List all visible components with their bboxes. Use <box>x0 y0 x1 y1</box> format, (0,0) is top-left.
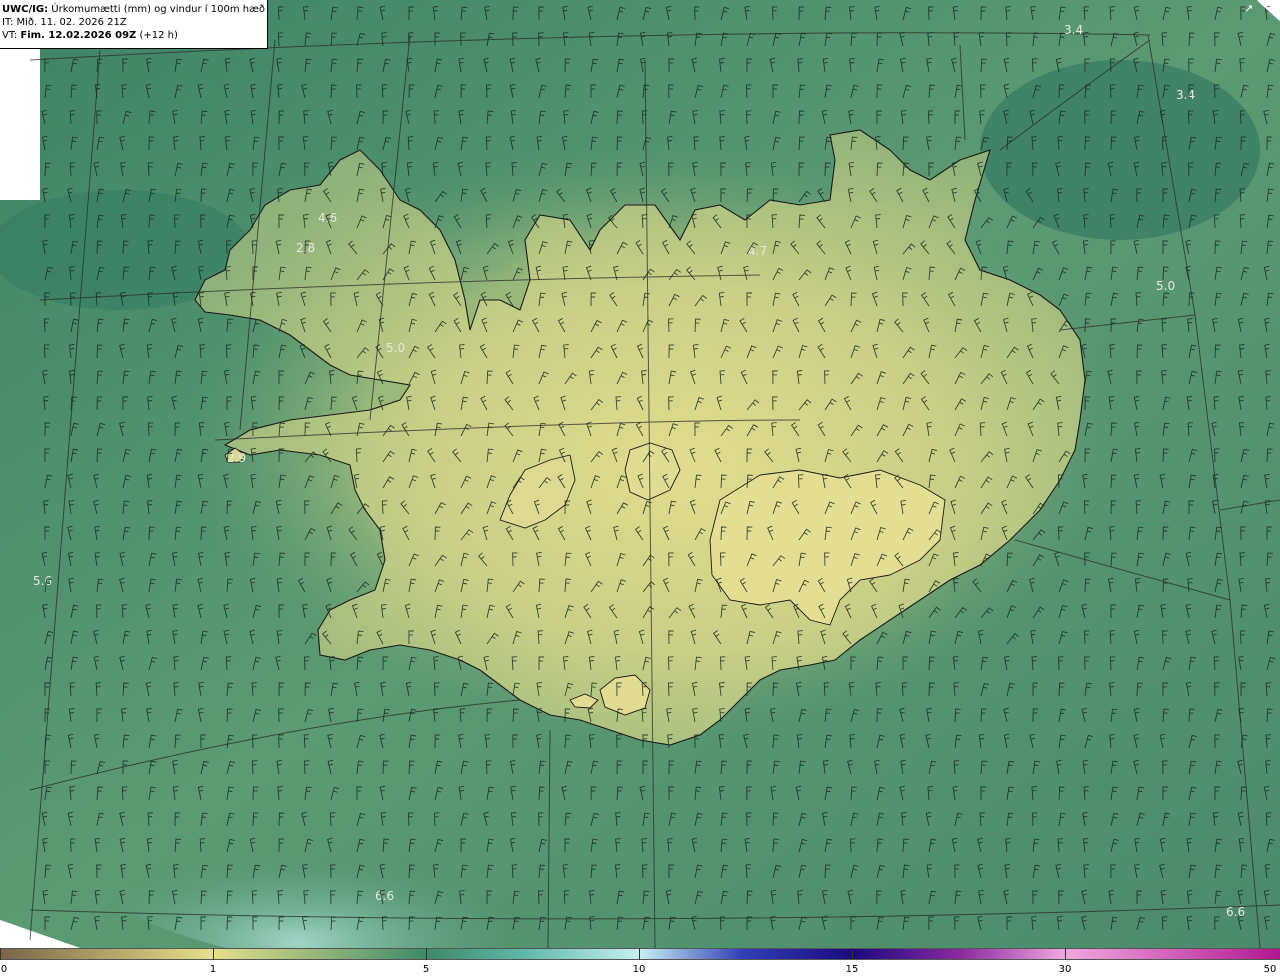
colorbar-tick: 10 <box>632 964 646 975</box>
value-label: 6.6 <box>375 889 394 903</box>
colorbar-strip <box>0 948 1280 960</box>
product-name: Úrkomumætti (mm) og vindur í 100m hæð <box>51 4 266 15</box>
colorbar-tick: 0 <box>0 964 8 975</box>
value-label: 5.6 <box>33 574 52 588</box>
forecast-offset: (+12 h) <box>136 30 178 41</box>
colorbar: 0 1 5 10 15 30 50 <box>0 948 1280 978</box>
value-label: 3.4 <box>1176 88 1195 102</box>
init-time: IT: Mið. 11. 02. 2026 21Z <box>2 17 127 28</box>
value-label: 6.6 <box>1226 905 1245 919</box>
colorbar-tick: 5 <box>422 964 430 975</box>
colorbar-tick: 50 <box>1263 964 1277 975</box>
value-label: 4.6 <box>318 211 337 225</box>
model-name: UWC/IG: <box>2 4 49 15</box>
value-label: 3.4 <box>1064 23 1083 37</box>
colorbar-tick: 30 <box>1058 964 1072 975</box>
value-label: 5.0 <box>386 341 405 355</box>
value-label: 4.7 <box>748 244 767 258</box>
valid-prefix: VT: <box>2 30 21 41</box>
precipitation-map: 3.4 3.4 4.6 2.8 4.7 5.0 5.0 2.9 5.6 6.6 … <box>0 0 1280 948</box>
map-info-box: UWC/IG: Úrkomumætti (mm) og vindur í 100… <box>0 0 268 49</box>
colorbar-tick: 15 <box>845 964 859 975</box>
colorbar-tick: 1 <box>209 964 217 975</box>
valid-time: Fim. 12.02.2026 09Z <box>20 30 137 41</box>
north-arrow-icon: ↗ <box>1244 2 1253 15</box>
value-label: 5.0 <box>1156 279 1175 293</box>
